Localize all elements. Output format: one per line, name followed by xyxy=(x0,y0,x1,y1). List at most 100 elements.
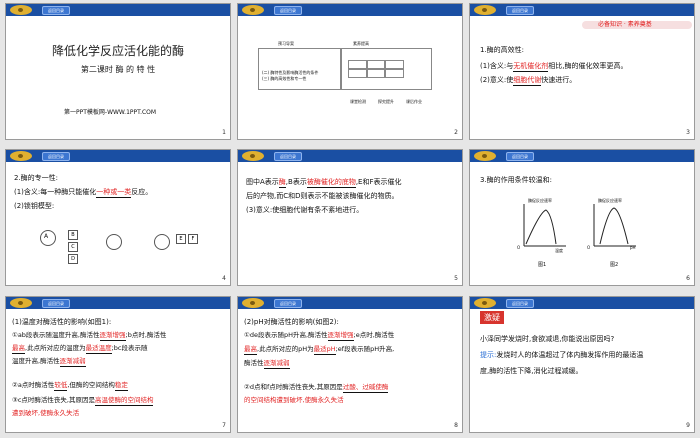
section-banner-label: 必备知识 · 素养奠基 xyxy=(598,21,652,28)
slide-thumbnail-1[interactable]: 返回目录 降低化学反应活化能的酶 第二课时 酶 的 特 性 第一PPT模板网-W… xyxy=(5,3,231,140)
back-to-contents-button[interactable]: 返回目录 xyxy=(274,6,302,15)
back-to-contents-button[interactable]: 返回目录 xyxy=(42,299,70,308)
explanation-line: 温度升高,酶活性逐渐减弱 xyxy=(12,357,86,367)
slide-number: 5 xyxy=(454,275,458,282)
answer-fill: 最高 xyxy=(12,344,25,354)
axis-label-3: 课后作业 xyxy=(406,99,422,104)
x-axis-label-ph: pH xyxy=(630,245,636,250)
definition-line: (1)含义:与无机催化剂相比,酶的催化效率更高。 xyxy=(480,62,628,72)
product-e-icon: E xyxy=(176,234,186,244)
answer-fill: 过酸、过碱使酶 xyxy=(342,383,389,393)
question-text: 小泽同学发烧时,食欲减退,你能说出原因吗? xyxy=(480,335,615,343)
question-tag: 激疑 xyxy=(480,311,504,324)
logo-icon xyxy=(474,5,496,15)
answer-fill: 的空间结构遭到破坏,使酶永久失活 xyxy=(244,396,344,404)
explanation-line: ②a点时酶活性较低,但酶的空间结构稳定 xyxy=(12,381,128,391)
answer-fill: 逐渐增强 xyxy=(327,331,354,341)
slide-thumbnail-2[interactable]: 返回目录 预习导案 素养提高 (二) 酶特性及影响酶活性的条件 (三) 酶的高效… xyxy=(237,3,463,140)
slide-title: 降低化学反应活化能的酶 xyxy=(51,44,184,58)
answer-fill: 无机催化剂 xyxy=(513,62,549,72)
slide-number: 6 xyxy=(686,275,690,282)
enzyme-release-icon xyxy=(154,234,170,250)
content-frame-left xyxy=(258,48,342,90)
slide-number: 3 xyxy=(686,129,690,136)
slide-header-bar: 返回目录 xyxy=(238,4,462,16)
slide-thumbnail-8[interactable]: 返回目录 (2)pH对酶活性的影响(如图2): ①de段表示随pH升高,酶活性逐… xyxy=(237,296,463,433)
y-axis-label-1: 酶促反应速率 xyxy=(528,198,552,203)
back-to-contents-button[interactable]: 返回目录 xyxy=(506,152,534,161)
section-heading: 3.酶的作用条件较温和: xyxy=(480,176,553,184)
section-heading: (1)温度对酶活性的影响(如图1): xyxy=(12,318,112,326)
slide-thumbnail-7[interactable]: 返回目录 (1)温度对酶活性的影响(如图1): ①ab段表示随温度升高,酶活性逐… xyxy=(5,296,231,433)
explanation-line: ①ab段表示随温度升高,酶活性逐渐增强;b点时,酶活性 xyxy=(12,331,167,341)
answer-fill: 一种或一类 xyxy=(96,188,132,198)
back-to-contents-button[interactable]: 返回目录 xyxy=(42,152,70,161)
back-to-contents-button[interactable]: 返回目录 xyxy=(274,152,302,161)
answer-line: 提示:发烧时人的体温超过了体内酶发挥作用的最适温 xyxy=(480,351,644,359)
sample-text-1: (二) 酶特性及影响酶活性的条件 xyxy=(262,70,319,75)
answer-fill: 高温使酶的空间结构 xyxy=(94,396,154,406)
logo-icon xyxy=(10,298,32,308)
section-heading: 2.酶的专一性: xyxy=(14,174,59,182)
slide-number: 8 xyxy=(454,422,458,429)
logo-icon xyxy=(242,298,264,308)
enzyme-complex-icon xyxy=(106,234,122,250)
slide-header-bar: 返回目录 xyxy=(238,150,462,162)
logo-icon xyxy=(10,5,32,15)
slide-number: 1 xyxy=(222,129,226,136)
slide-header-bar: 返回目录 xyxy=(470,297,694,309)
answer-fill: 最高 xyxy=(244,345,257,355)
answer-fill: 逐渐减弱 xyxy=(263,359,290,369)
slide-number: 2 xyxy=(454,129,458,136)
back-to-contents-button[interactable]: 返回目录 xyxy=(274,299,302,308)
back-to-contents-button[interactable]: 返回目录 xyxy=(506,299,534,308)
grid-cell xyxy=(348,68,368,78)
slide-thumbnail-6[interactable]: 返回目录 3.酶的作用条件较温和: 酶促反应速率 酶促反应速率 O O 温度 p… xyxy=(469,149,695,286)
answer-fill: 逐渐增强 xyxy=(99,331,126,341)
hint-label: 提示: xyxy=(480,351,497,359)
substance-d-icon: D xyxy=(68,254,78,264)
slide-thumbnail-3[interactable]: 返回目录 必备知识 · 素养奠基 1.酶的高效性: (1)含义:与无机催化剂相比… xyxy=(469,3,695,140)
section-heading: 1.酶的高效性: xyxy=(480,46,525,54)
substrate-b-icon: B xyxy=(68,230,78,240)
answer-fill: 最适pH xyxy=(313,345,336,355)
grid-cell xyxy=(366,68,386,78)
model-heading: (2)锁钥模型: xyxy=(14,202,55,210)
column-header-2: 素养提高 xyxy=(353,41,369,46)
label-a: A xyxy=(44,233,49,240)
explanation-line: 酶活性逐渐减弱 xyxy=(244,359,290,369)
answer-fill: 细胞代谢 xyxy=(513,76,542,86)
y-axis-label-2: 酶促反应速率 xyxy=(598,198,622,203)
back-to-contents-button[interactable]: 返回目录 xyxy=(506,6,534,15)
slide-header-bar: 返回目录 xyxy=(470,4,694,16)
axis-label-1: 课堂检测 xyxy=(350,99,366,104)
answer-fill: 酶 xyxy=(278,178,286,188)
slide-header-bar: 返回目录 xyxy=(470,150,694,162)
slide-thumbnail-5[interactable]: 返回目录 图中A表示酶,B表示被酶催化的底物,E和F表示催化 后的产物,而C和D… xyxy=(237,149,463,286)
logo-icon xyxy=(474,151,496,161)
slide-number: 4 xyxy=(222,275,226,282)
explanation-line: 最高,此点所对应的温度为最适温度;bc段表示随 xyxy=(12,344,148,354)
logo-icon xyxy=(474,298,496,308)
explanation-line: 后的产物,而C和D则表示不能被该酶催化的物质。 xyxy=(246,192,399,200)
figure-caption-2: 图2 xyxy=(610,262,619,268)
answer-line: 度,酶的活性下降,消化过程减缓。 xyxy=(480,367,583,375)
section-heading: (2)pH对酶活性的影响(如图2): xyxy=(244,318,339,326)
logo-icon xyxy=(10,151,32,161)
origin-label-1: O xyxy=(517,245,521,250)
explanation-line: 最高,此点所对应的pH为最适pH;ef段表示随pH升高, xyxy=(244,345,395,355)
answer-fill: 稳定 xyxy=(114,381,128,391)
slide-footer: 第一PPT模板网-WWW.1PPT.COM xyxy=(64,109,157,116)
slide-header-bar: 返回目录 xyxy=(6,4,230,16)
logo-icon xyxy=(242,5,264,15)
product-f-icon: F xyxy=(188,234,198,244)
slide-number: 7 xyxy=(222,422,226,429)
back-to-contents-button[interactable]: 返回目录 xyxy=(42,6,70,15)
slide-thumbnail-9[interactable]: 返回目录 激疑 小泽同学发烧时,食欲减退,你能说出原因吗? 提示:发烧时人的体温… xyxy=(469,296,695,433)
slide-thumbnail-4[interactable]: 返回目录 2.酶的专一性: (1)含义:每一种酶只能催化一种或一类反应。 (2)… xyxy=(5,149,231,286)
answer-fill: 逐渐减弱 xyxy=(59,357,86,367)
substance-c-icon: C xyxy=(68,242,78,252)
explanation-line: ③c点时酶活性丧失,其原因是高温使酶的空间结构 xyxy=(12,396,154,406)
grid-cell xyxy=(384,68,404,78)
axis-label-2: 探究提升 xyxy=(378,99,394,104)
